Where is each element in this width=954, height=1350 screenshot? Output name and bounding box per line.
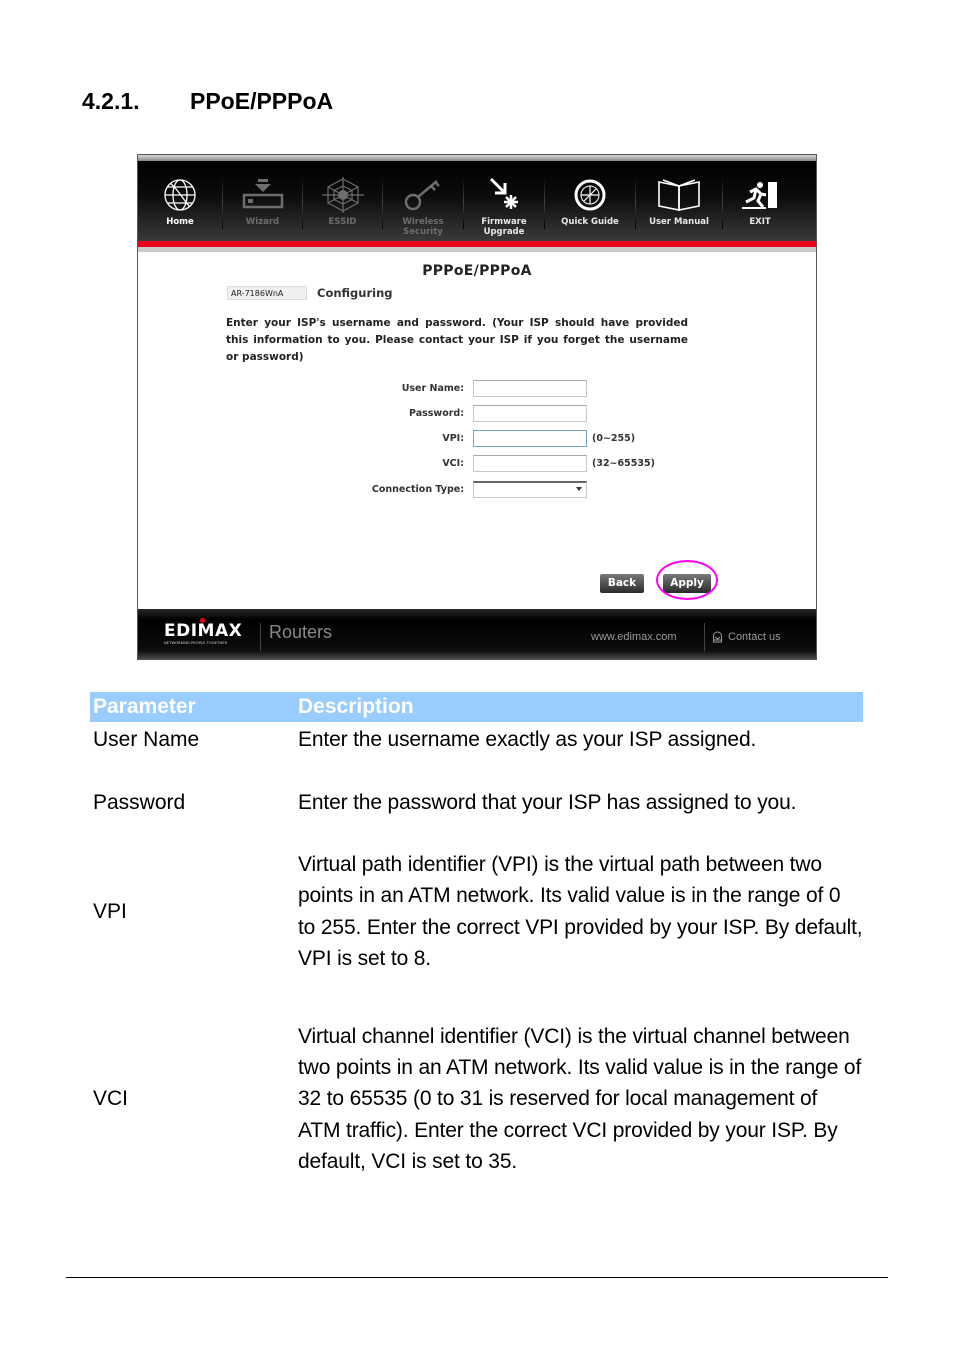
page-footer-rule: [66, 1277, 888, 1278]
logo-dot: [200, 618, 205, 623]
spiderweb-icon: [321, 173, 364, 217]
firmware-arrow-icon: [487, 173, 521, 217]
key-icon: [403, 173, 443, 217]
password-label: Password:: [408, 407, 464, 419]
nav-item-wireless-security[interactable]: Wireless Security: [383, 161, 463, 241]
router-footer: EDIMAX NETWORKING PEOPLE TOGETHER Router…: [138, 609, 816, 659]
running-exit-icon: [742, 173, 778, 217]
nav-item-user-manual[interactable]: User Manual: [636, 161, 722, 241]
nav-label-quick-guide: Quick Guide: [561, 217, 619, 227]
section-number: 4.2.1.: [82, 88, 140, 114]
nav-label-line1: Wireless: [402, 217, 444, 227]
logo-text: EDIMAX: [164, 621, 243, 641]
product-label: Routers: [269, 622, 333, 642]
table-row: User Name Enter the username exactly as …: [90, 724, 863, 755]
nav-item-firmware-upgrade[interactable]: Firmware Upgrade: [464, 161, 544, 241]
section-heading: 4.2.1. PPoE/PPPoA: [82, 88, 333, 115]
vpi-label: VPI:: [442, 432, 464, 444]
header-parameter: Parameter: [93, 695, 196, 718]
nav-item-wizard[interactable]: Wizard: [223, 161, 302, 241]
footer-separator: [704, 623, 705, 651]
vpi-range-hint: (0~255): [592, 432, 636, 444]
row-parameter: VPI: [93, 899, 127, 923]
open-book-icon: [657, 173, 701, 217]
edimax-logo: EDIMAX NETWORKING PEOPLE TOGETHER: [164, 618, 250, 645]
contact-us-label: Contact us: [728, 631, 781, 643]
contact-us-link[interactable]: Contact us: [712, 631, 781, 643]
form-row-vci: VCI: (32~65535): [318, 454, 718, 472]
row-parameter: VCI: [93, 1087, 129, 1110]
parameter-table: Parameter Description: [90, 692, 863, 722]
contact-icon: [713, 631, 722, 643]
nav-item-essid[interactable]: ESSID: [303, 161, 382, 241]
vpi-input[interactable]: [473, 429, 587, 447]
form-row-connection-type: Connection Type:: [318, 480, 718, 498]
form-row-user-name: User Name:: [318, 379, 718, 397]
sub-bar: [138, 247, 816, 252]
header-description: Description: [298, 695, 414, 718]
footer-separator: [260, 623, 261, 651]
password-input[interactable]: [473, 404, 587, 422]
nav-label-wizard: Wizard: [245, 217, 280, 227]
connection-type-label: Connection Type:: [371, 483, 464, 495]
nav-label-line2: Security: [403, 227, 443, 237]
table-row: VPI Virtual path identifier (VPI) is the…: [90, 849, 863, 974]
connection-type-select[interactable]: [473, 480, 587, 498]
globe-icon: [162, 173, 198, 217]
row-description: Virtual path identifier (VPI) is the vir…: [298, 852, 863, 970]
form-row-vpi: VPI: (0~255): [318, 429, 718, 447]
chevron-down-icon: [576, 486, 582, 491]
website-link[interactable]: www.edimax.com: [591, 631, 677, 643]
nav-item-home[interactable]: Home: [138, 161, 222, 241]
row-description: Enter the password that your ISP has ass…: [298, 790, 797, 814]
back-button[interactable]: Back: [600, 574, 644, 593]
nav-label-exit: EXIT: [749, 217, 771, 227]
nav-label-wireless-security: Wireless Security: [402, 217, 443, 237]
apply-button[interactable]: Apply: [663, 574, 711, 593]
configuring-label: Configuring: [317, 286, 393, 300]
nav-label-firmware-upgrade: Firmware Upgrade: [481, 217, 526, 237]
top-navigation-bar: Home Wizard ESSID Wireless Security Firm…: [138, 161, 816, 241]
page-title: PPPoE/PPPoA: [422, 263, 532, 279]
nav-label-home: Home: [166, 217, 194, 227]
table-row: VCI Virtual channel identifier (VCI) is …: [90, 1005, 863, 1193]
compass-icon: [573, 173, 607, 217]
form-row-password: Password:: [318, 404, 718, 422]
nav-item-exit[interactable]: EXIT: [723, 161, 797, 241]
row-parameter: User Name: [93, 727, 200, 751]
nav-label-user-manual: User Manual: [649, 217, 709, 227]
row-description: Enter the username exactly as your ISP a…: [298, 727, 757, 751]
logo-wordmark: EDIMAX: [164, 618, 250, 641]
row-description: Virtual channel identifier (VCI) is the …: [298, 1024, 862, 1173]
nav-label-line1: Firmware: [481, 217, 527, 227]
user-name-label: User Name:: [401, 382, 464, 394]
nav-label-essid: ESSID: [328, 217, 357, 227]
user-name-input[interactable]: [473, 379, 587, 397]
row-parameter: Password: [93, 790, 186, 814]
section-title: PPoE/PPPoA: [190, 88, 334, 114]
router-screenshot: Home Wizard ESSID Wireless Security Firm…: [137, 154, 817, 660]
table-header: Parameter Description: [90, 692, 863, 722]
table-row: Password Enter the password that your IS…: [90, 787, 863, 818]
model-name-box: AR-7186WnA: [227, 286, 307, 300]
download-drive-icon: [242, 173, 284, 217]
nav-label-line2: Upgrade: [483, 227, 525, 237]
intro-text: Enter your ISP's username and password. …: [226, 317, 688, 363]
logo-tagline: NETWORKING PEOPLE TOGETHER: [164, 641, 228, 645]
nav-item-quick-guide[interactable]: Quick Guide: [545, 161, 635, 241]
vci-input[interactable]: [473, 454, 587, 472]
vci-range-hint: (32~65535): [592, 457, 655, 469]
vci-label: VCI:: [442, 457, 464, 469]
